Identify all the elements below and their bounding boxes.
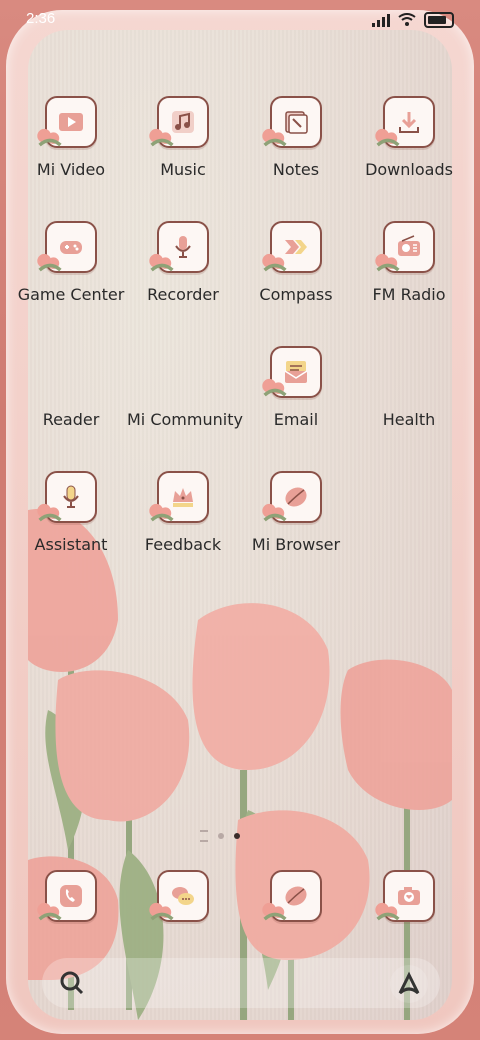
recorder-icon [149,221,209,273]
music-icon [149,96,209,148]
app-label: Music [160,160,206,179]
compass-icon [262,221,322,273]
app-game-center[interactable]: Game Center [15,221,127,304]
app-recorder[interactable]: Recorder [127,221,239,304]
app-label: Email [273,410,319,429]
app-reader[interactable]: Reader [15,346,127,429]
dock-camera[interactable] [353,870,465,922]
app-email[interactable]: Email [240,346,352,429]
phone-icon [37,870,97,922]
dock-phone[interactable] [15,870,127,922]
menu-lines-icon [200,830,208,842]
app-health[interactable]: Health [353,346,465,429]
status-time: 2:36 [26,10,56,27]
search-bar[interactable] [42,958,440,1008]
mi-browser-icon [262,471,322,523]
app-assistant[interactable]: Assistant [15,471,127,554]
app-music[interactable]: Music [127,96,239,179]
battery-icon [424,12,454,28]
app-mi-video[interactable]: Mi Video [15,96,127,179]
app-label: Downloads [365,160,453,179]
app-compass[interactable]: Compass [240,221,352,304]
page-dot-active [234,833,240,839]
app-notes[interactable]: Notes [240,96,352,179]
app-label: Recorder [147,285,219,304]
fm-radio-icon [375,221,435,273]
app-mi-browser[interactable]: Mi Browser [240,471,352,554]
home-screen: 2:36 Mi Video Music Notes Downloads Game… [0,0,480,1040]
mi-video-icon [37,96,97,148]
app-label: Compass [259,285,333,304]
assistant-button-icon[interactable] [390,965,428,1003]
browser-icon [262,870,322,922]
app-label: Assistant [34,535,108,554]
app-label: FM Radio [372,285,446,304]
signal-icon [372,13,390,27]
app-label: Notes [272,160,320,179]
app-label: Feedback [144,535,222,554]
feedback-icon [149,471,209,523]
app-label: Mi Community [127,410,243,429]
dock-browser[interactable] [240,870,352,922]
app-label: Health [382,410,436,429]
status-bar: 2:36 [0,0,480,40]
dock-messaging[interactable] [127,870,239,922]
page-indicator[interactable] [200,830,240,842]
app-label: Game Center [17,285,125,304]
wifi-icon [398,13,416,26]
assistant-icon [37,471,97,523]
messaging-icon [149,870,209,922]
search-icon[interactable] [56,967,88,999]
app-label: Reader [42,410,100,429]
app-mi-community[interactable]: Mi Community [127,346,243,429]
camera-icon [375,870,435,922]
app-feedback[interactable]: Feedback [127,471,239,554]
game-center-icon [37,221,97,273]
downloads-icon [375,96,435,148]
email-icon [262,346,322,398]
notes-icon [262,96,322,148]
app-label: Mi Video [36,160,106,179]
app-label: Mi Browser [251,535,341,554]
page-dot [218,833,224,839]
app-fm-radio[interactable]: FM Radio [353,221,465,304]
app-downloads[interactable]: Downloads [353,96,465,179]
